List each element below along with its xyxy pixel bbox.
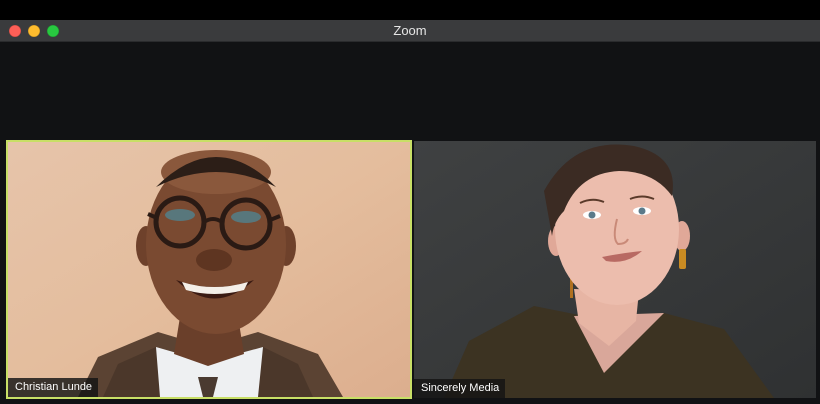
participant-name-label: Sincerely Media	[414, 379, 506, 398]
video-tile-active-speaker[interactable]: Christian Lunde	[6, 140, 412, 399]
participant-video-sincerely	[414, 141, 816, 398]
participant-name-label: Christian Lunde	[8, 378, 99, 397]
title-bar[interactable]: Zoom	[0, 20, 820, 42]
video-tile-participant[interactable]: Sincerely Media	[414, 141, 816, 398]
participant-video-christian	[8, 142, 410, 397]
zoom-meeting-window: Zoom Christian Lunde Sincerely Media	[0, 20, 820, 404]
screen-top-strip	[0, 0, 820, 20]
window-title: Zoom	[393, 23, 427, 38]
